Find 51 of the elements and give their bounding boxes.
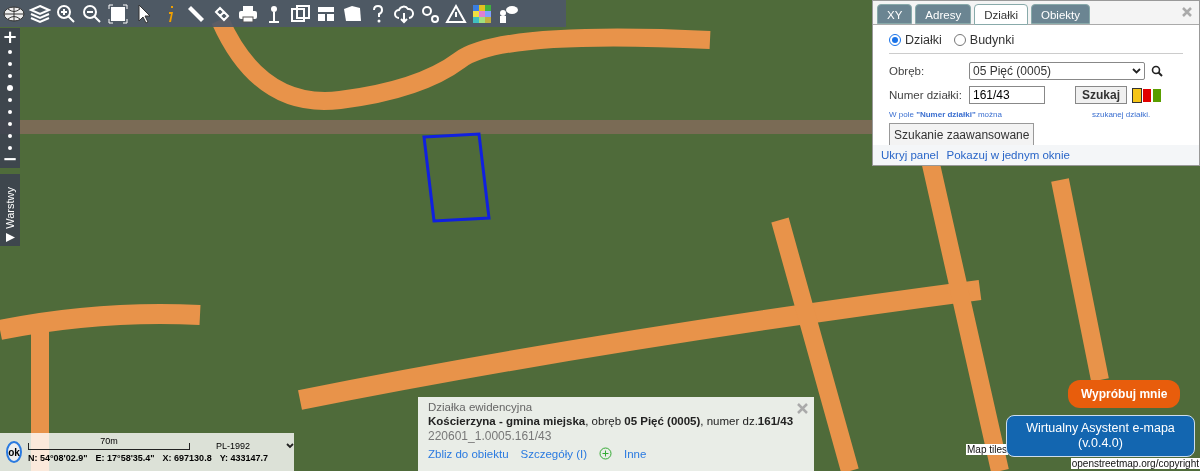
panel-link[interactable]: Pokazuj w jednym oknie [946,149,1070,161]
color-swatch[interactable] [1133,88,1141,102]
hint-text: szukanej działki. [1091,110,1151,119]
panel-tab[interactable]: Adresy [915,4,972,24]
zoom-slider-thumb[interactable] [7,85,13,91]
details-link[interactable]: Szczegóły (I) [520,447,587,460]
color-swatch[interactable] [1143,88,1151,102]
fit-extent-icon[interactable] [107,2,129,25]
triangle-icon [5,233,15,242]
panel-title: Działka ewidencyjna [428,401,534,413]
plus-icon[interactable] [599,447,612,460]
search-mode-option[interactable]: Budynki [953,33,1015,47]
layers-icon[interactable] [29,2,51,25]
parcel-description: Kościerzyna - gmina miejska, obręb 05 Pięć (0005), numer dz.161/43 [428,415,794,427]
coordinate-text: N: 54°08'02.9" [28,453,88,463]
other-link[interactable]: Inne [624,447,647,460]
field-label: Obręb: [889,65,926,77]
parcel-number-field[interactable]: 161/43 [969,86,1045,104]
zoom-to-link[interactable]: Zbliz do obiektu [428,447,509,460]
zoom-out-button[interactable]: − [0,150,20,168]
color-grid-icon[interactable] [471,2,493,25]
district-dropdown[interactable]: 05 Pięć (0005) [969,62,1145,80]
parcel-identifier: 220601_1.0005.161/43 [428,429,553,443]
ok-button[interactable]: ok [6,441,22,463]
caret-icon [286,443,294,449]
attribution-text: Map tiles [966,444,1008,455]
assistant-button[interactable]: Wirtualny Asystent e-mapa (v.0.4.0) [1006,415,1195,457]
crs-dropdown[interactable]: PL-1992 [216,441,294,451]
caret-icon [1132,68,1141,74]
color-swatch[interactable] [1153,88,1161,102]
attribution-link[interactable]: openstreetmap.org/copyright [1070,458,1200,469]
zoom-in-icon[interactable] [55,2,77,25]
zoom-out-icon[interactable] [81,2,103,25]
search-button[interactable]: Szukaj [1075,86,1127,104]
coordinate-text: Y: 433147.7 [219,453,268,463]
zoom-in-button[interactable]: + [0,28,20,46]
panel-link[interactable]: Ukryj panel [881,149,939,161]
panel-tab[interactable]: XY [877,4,913,24]
panel-tab[interactable]: Obiekty [1031,4,1090,24]
search-mode-option[interactable]: Działki [889,33,942,47]
coordinate-text: X: 697130.8 [162,453,212,463]
advanced-search-button[interactable]: Szukanie zaawansowane [889,123,1035,147]
coordinate-text: E: 17°58'35.4" [95,453,155,463]
layers-tab[interactable]: Warstwy [0,174,20,246]
windows-icon[interactable] [289,2,311,25]
warning-icon[interactable] [445,2,467,25]
field-label: Numer działki: [889,89,963,101]
try-me-button[interactable]: Wypróbuj mnie [1068,380,1181,408]
search-icon[interactable] [1151,65,1163,77]
hint-text: W pole "Numer działki" można [889,110,1002,119]
panel-tab[interactable]: Działki [974,4,1028,25]
